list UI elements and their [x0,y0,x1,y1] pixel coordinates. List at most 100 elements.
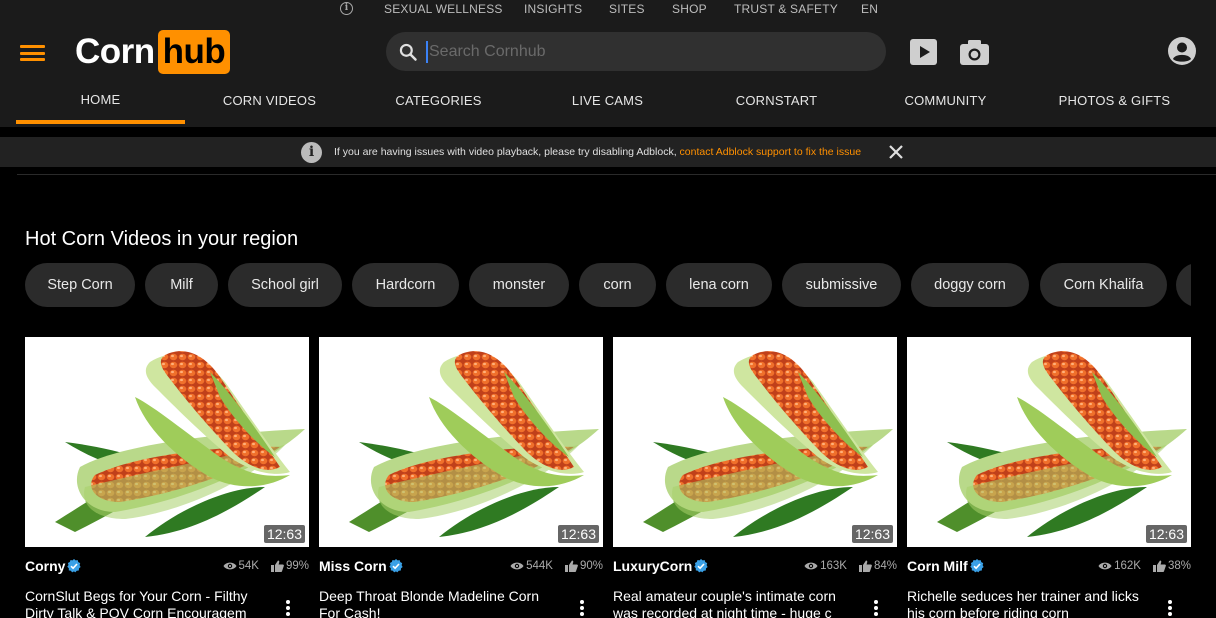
video-duration: 12:63 [263,525,305,543]
topbar-link-sexual-wellness[interactable]: SEXUAL WELLNESS [384,2,503,16]
chip-milf[interactable]: Milf [145,263,218,307]
tab-photos-gifts[interactable]: PHOTOS & GIFTS [1030,87,1199,123]
topbar-link-trust-safety[interactable]: TRUST & SAFETY [734,2,838,16]
nav-spacer [0,127,1216,137]
video-title-line: For Cash! [319,605,381,618]
video-duration: 12:63 [851,525,893,543]
video-thumbnail[interactable]: 12:63 [319,337,603,547]
more-options-icon[interactable] [871,598,881,618]
topbar-link-shop[interactable]: SHOP [672,2,707,16]
verified-badge-icon [694,559,708,573]
video-duration: 12:63 [557,525,599,543]
author-name[interactable]: LuxuryCorn [613,558,692,574]
eye-icon [1098,562,1112,570]
corn-thumbnail-image [55,351,305,537]
video-icon[interactable] [910,39,937,65]
video-author[interactable]: Miss Corn [319,558,403,574]
chip-doggy-corn[interactable]: doggy corn [911,263,1029,307]
chip-corn[interactable]: corn [579,263,656,307]
notice-support-link[interactable]: contact Adblock support to fix the issue [680,146,862,158]
eye-icon [510,562,524,570]
close-icon[interactable] [886,142,906,162]
video-author[interactable]: Corn Milf [907,558,984,574]
notice-text: If you are having issues with video play… [334,146,861,158]
thumbs-up-icon [1152,560,1166,572]
video-thumbnail[interactable]: 12:63 [907,337,1191,547]
menu-icon[interactable] [20,45,45,61]
video-stats: 54K 99% [223,560,309,572]
verified-badge-icon [969,559,984,573]
video-meta: Miss Corn 544K 90% [319,557,603,577]
user-icon[interactable] [1168,37,1196,65]
video-meta: Corny 54K 99% [25,557,309,577]
logo[interactable]: Corn hub [75,29,231,75]
video-author[interactable]: Corny [25,558,82,574]
video-title-line: Dirty Talk & POV Corn Encouragem [25,605,247,618]
chip-monster[interactable]: monster [469,263,569,307]
topbar-link-sites[interactable]: SITES [609,2,645,16]
chip-submissive[interactable]: submissive [782,263,901,307]
chip-more[interactable] [1176,263,1191,307]
header: Corn hub [0,17,1216,87]
more-options-icon[interactable] [283,598,293,618]
divider [17,174,1216,175]
verified-badge-icon [388,559,403,573]
video-thumbnail[interactable]: 12:63 [613,337,897,547]
video-meta: Corn Milf 162K 38% [907,557,1191,577]
chip-step-corn[interactable]: Step Corn [25,263,135,307]
video-title-line: Richelle seduces her trainer and licks [907,588,1139,604]
search-icon[interactable] [398,42,418,62]
video-duration: 12:63 [1145,525,1187,543]
video-title-line: Real amateur couple's intimate corn [613,588,836,604]
more-options-icon[interactable] [577,598,587,618]
video-title[interactable]: Real amateur couple's intimate corn was … [613,588,863,618]
verified-badge-icon [67,559,82,573]
thumbs-up-icon [858,560,872,572]
chip-school-girl[interactable]: School girl [228,263,342,307]
view-count: 544K [526,560,553,572]
logo-text-corn: Corn [75,32,155,71]
logo-text-hub: hub [157,30,231,74]
corn-thumbnail-image [349,351,599,537]
tab-corn-videos[interactable]: CORN VIDEOS [185,87,354,123]
more-options-icon[interactable] [1165,598,1175,618]
view-count: 54K [238,560,259,572]
rating-percent: 84% [873,560,897,572]
search-input[interactable] [426,41,866,63]
chip-lena-corn[interactable]: lena corn [666,263,772,307]
video-title-line: Deep Throat Blonde Madeline Corn [319,588,539,604]
tab-categories[interactable]: CATEGORIES [354,87,523,123]
info-icon[interactable]: i [340,2,353,15]
eye-icon [804,562,818,570]
thumbs-up-icon [270,560,284,572]
eye-icon [223,562,236,570]
info-icon: i [301,142,322,163]
search-bar [386,32,886,71]
video-stats: 162K 38% [1098,560,1191,572]
chip-corn-khalifa[interactable]: Corn Khalifa [1040,263,1167,307]
topbar-link-insights[interactable]: INSIGHTS [524,2,582,16]
camera-icon[interactable] [960,39,989,65]
author-name[interactable]: Miss Corn [319,558,387,574]
main-nav: HOME CORN VIDEOS CATEGORIES LIVE CAMS CO… [0,87,1216,127]
author-name[interactable]: Corny [25,558,65,574]
view-count: 163K [820,560,847,572]
video-title[interactable]: Richelle seduces her trainer and licks h… [907,588,1157,618]
video-author[interactable]: LuxuryCorn [613,558,708,574]
category-chips: Step Corn Milf School girl Hardcorn mons… [25,263,1191,307]
tab-home[interactable]: HOME [16,87,185,124]
chip-hardcorn[interactable]: Hardcorn [352,263,459,307]
corn-thumbnail-image [643,351,893,537]
tab-cornstart[interactable]: CORNSTART [692,87,861,123]
video-title[interactable]: CornSlut Begs for Your Corn - Filthy Dir… [25,588,275,618]
thumbs-up-icon [564,560,578,572]
author-name[interactable]: Corn Milf [907,558,968,574]
topbar-link-language[interactable]: EN [861,2,878,16]
video-title[interactable]: Deep Throat Blonde Madeline Corn For Cas… [319,588,569,618]
video-title-line: CornSlut Begs for Your Corn - Filthy [25,588,248,604]
video-thumbnail[interactable]: 12:63 [25,337,309,547]
video-stats: 544K 90% [510,560,603,572]
tab-community[interactable]: COMMUNITY [861,87,1030,123]
tab-live-cams[interactable]: LIVE CAMS [523,87,692,123]
notice-message: If you are having issues with video play… [334,146,677,158]
